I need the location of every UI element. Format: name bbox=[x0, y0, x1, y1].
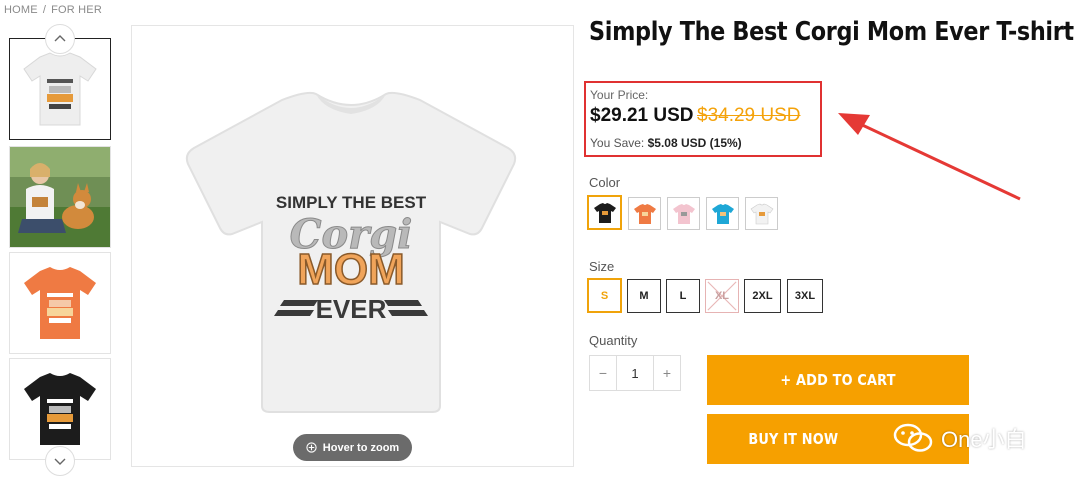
tshirt-image: SIMPLY THE BEST Corgi MOM EVER bbox=[185, 91, 517, 413]
shirt-print-line4: EVER bbox=[316, 294, 387, 324]
size-label: Size bbox=[589, 259, 615, 274]
quantity-input[interactable]: 1 bbox=[616, 356, 654, 390]
shirt-print-line3: MOM bbox=[297, 245, 405, 294]
breadcrumb-separator: / bbox=[42, 4, 47, 16]
thumbnail-model-photo[interactable] bbox=[9, 146, 111, 248]
white-tshirt-image bbox=[23, 52, 97, 126]
original-price: $34.29 USD bbox=[697, 105, 801, 126]
size-option-l[interactable]: L bbox=[666, 279, 700, 313]
orange-tshirt-icon bbox=[633, 203, 656, 224]
shirt-print-line1: SIMPLY THE BEST bbox=[276, 193, 427, 212]
woman-with-corgi-image bbox=[10, 147, 110, 247]
zoom-label: Hover to zoom bbox=[322, 441, 400, 454]
color-swatch-black[interactable] bbox=[587, 195, 622, 230]
size-option-s[interactable]: S bbox=[587, 278, 622, 313]
thumbnail-up-button[interactable] bbox=[45, 24, 75, 54]
color-swatch-white[interactable] bbox=[745, 197, 778, 230]
chevron-up-icon bbox=[54, 35, 66, 42]
chevron-down-icon bbox=[54, 458, 66, 465]
quantity-decrease-button[interactable]: − bbox=[590, 356, 616, 390]
thumbnail-down-button[interactable] bbox=[45, 446, 75, 476]
size-option-2xl[interactable]: 2XL bbox=[744, 279, 781, 313]
color-swatch-pink[interactable] bbox=[667, 197, 700, 230]
watermark-text: One小白 bbox=[941, 427, 1027, 452]
red-arrow-annotation bbox=[838, 113, 1021, 201]
quantity-increase-button[interactable]: + bbox=[654, 356, 680, 390]
quantity-label: Quantity bbox=[589, 333, 638, 348]
price-box: Your Price: $29.21 USD $34.29 USD You Sa… bbox=[584, 81, 822, 157]
size-option-3xl[interactable]: 3XL bbox=[787, 279, 823, 313]
quantity-stepper: − 1 + bbox=[589, 355, 681, 391]
thumbnail-orange-shirt[interactable] bbox=[9, 252, 111, 354]
size-option-xl-label: XL bbox=[714, 290, 730, 302]
blue-tshirt-icon bbox=[711, 203, 734, 224]
savings-value: $5.08 USD (15%) bbox=[647, 136, 742, 150]
hover-to-zoom-badge: Hover to zoom bbox=[293, 434, 412, 461]
breadcrumb: HOME / FOR HER bbox=[4, 4, 102, 16]
color-swatch-blue[interactable] bbox=[706, 197, 739, 230]
buy-it-now-label: BUY IT NOW bbox=[748, 430, 838, 448]
black-tshirt-image bbox=[24, 373, 96, 445]
savings-text: You Save: $5.08 USD (15%) bbox=[590, 136, 742, 150]
breadcrumb-current[interactable]: FOR HER bbox=[51, 4, 102, 16]
black-tshirt-icon bbox=[593, 202, 616, 223]
product-title: Simply The Best Corgi Mom Ever T-shirt bbox=[589, 17, 1074, 47]
price-label: Your Price: bbox=[590, 88, 649, 102]
zoom-icon bbox=[306, 442, 317, 453]
size-option-xl[interactable]: XL bbox=[705, 279, 739, 313]
pink-tshirt-icon bbox=[672, 203, 695, 224]
sale-price: $29.21 USD bbox=[590, 105, 694, 126]
breadcrumb-home[interactable]: HOME bbox=[4, 4, 38, 16]
color-swatch-orange[interactable] bbox=[628, 197, 661, 230]
main-product-image[interactable]: SIMPLY THE BEST Corgi MOM EVER Hover to … bbox=[131, 25, 574, 467]
wechat-watermark: One小白 bbox=[893, 420, 1027, 456]
white-tshirt-icon bbox=[750, 203, 773, 224]
thumbnail-black-shirt[interactable] bbox=[9, 358, 111, 460]
orange-tshirt-image bbox=[24, 267, 96, 339]
add-to-cart-button[interactable]: + ADD TO CART bbox=[707, 355, 969, 405]
add-to-cart-label: + ADD TO CART bbox=[780, 371, 896, 389]
color-label: Color bbox=[589, 175, 621, 190]
wechat-icon bbox=[893, 423, 933, 452]
savings-label: You Save: bbox=[590, 136, 645, 150]
size-option-m[interactable]: M bbox=[627, 279, 661, 313]
